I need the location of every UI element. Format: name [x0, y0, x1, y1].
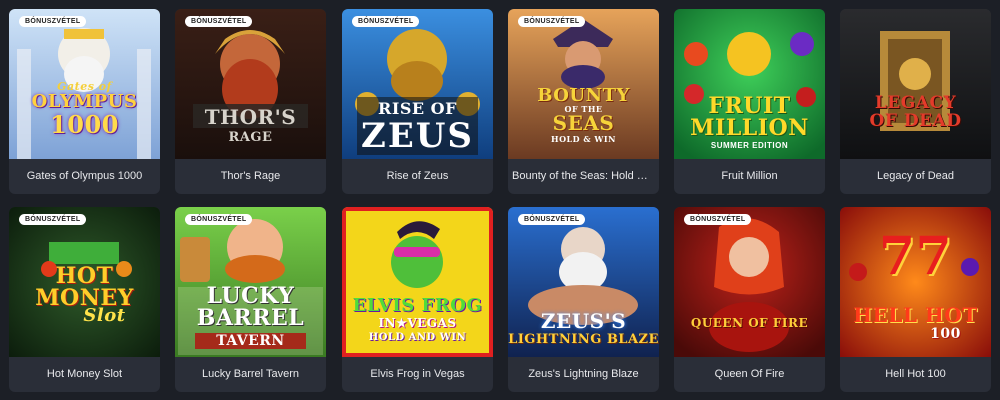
game-card-gates-of-olympus-1000[interactable]: Gates of OLYMPUS 1000 BÓNUSZVÉTEL Gates … [9, 9, 160, 194]
game-logo-line: RISE OF [378, 99, 457, 118]
game-title[interactable]: Fruit Million [678, 159, 821, 194]
bonus-buy-badge: BÓNUSZVÉTEL [684, 214, 752, 225]
game-thumbnail[interactable]: HOT MONEY Slot [9, 207, 160, 357]
game-title[interactable]: Legacy of Dead [844, 159, 987, 194]
game-logo-line: LIGHTNING BLAZE [508, 332, 659, 347]
game-art [674, 207, 825, 357]
game-card-hot-money-slot[interactable]: HOT MONEY Slot BÓNUSZVÉTEL Hot Money Slo… [9, 207, 160, 392]
game-card-queen-of-fire[interactable]: QUEEN OF FIRE BÓNUSZVÉTEL Queen Of Fire [674, 207, 825, 392]
game-title[interactable]: Queen Of Fire [678, 357, 821, 392]
game-title[interactable]: Hot Money Slot [13, 357, 156, 392]
game-title[interactable]: Rise of Zeus [346, 159, 489, 194]
bonus-buy-badge: BÓNUSZVÉTEL [185, 214, 253, 225]
game-title[interactable]: Bounty of the Seas: Hold & W... [512, 159, 655, 194]
game-card-legacy-of-dead[interactable]: LEGACY OF DEAD Legacy of Dead [840, 9, 991, 194]
game-card-bounty-of-the-seas[interactable]: BOUNTY OF THE SEAS HOLD & WIN BÓNUSZVÉTE… [508, 9, 659, 194]
game-logo-line: SUMMER EDITION [710, 141, 789, 150]
game-thumbnail[interactable]: Gates of OLYMPUS 1000 [9, 9, 160, 159]
game-title[interactable]: Thor's Rage [179, 159, 322, 194]
game-logo-line: HOLD AND WIN [368, 332, 467, 343]
game-logo-line: OF DEAD [869, 111, 962, 131]
game-logo-line: HOLD & WIN [551, 134, 616, 144]
game-card-rise-of-zeus[interactable]: RISE OF ZEUS BÓNUSZVÉTEL Rise of Zeus [342, 9, 493, 194]
bonus-buy-badge: BÓNUSZVÉTEL [19, 214, 87, 225]
game-grid: Gates of OLYMPUS 1000 BÓNUSZVÉTEL Gates … [0, 0, 1000, 400]
game-logo-line: HOT [55, 263, 114, 289]
game-logo-line: QUEEN OF FIRE [690, 316, 809, 330]
game-logo-line: ZEUS'S [540, 309, 627, 333]
game-thumbnail[interactable]: FRUIT MILLION SUMMER EDITION [674, 9, 825, 159]
game-logo-line: 100 [930, 326, 961, 342]
game-title[interactable]: Gates of Olympus 1000 [13, 159, 156, 194]
game-logo-line: IN★VEGAS [378, 316, 457, 330]
game-logo-line: HELL HOT [853, 303, 978, 327]
game-logo-line: ZEUS [361, 116, 474, 156]
game-logo-line: SEAS [552, 111, 615, 135]
game-logo-line: LUCKY [206, 283, 295, 309]
game-logo-line: ELVIS FROG [352, 295, 483, 316]
game-card-fruit-million[interactable]: FRUIT MILLION SUMMER EDITION Fruit Milli… [674, 9, 825, 194]
game-logo-line: LEGACY [874, 93, 957, 113]
game-title[interactable]: Zeus's Lightning Blaze [512, 357, 655, 392]
game-thumbnail[interactable]: LUCKY BARREL TAVERN [175, 207, 326, 357]
game-logo-line: THOR'S [204, 105, 297, 129]
game-card-zeuss-lightning-blaze[interactable]: ZEUS'S LIGHTNING BLAZE BÓNUSZVÉTEL Zeus'… [508, 207, 659, 392]
bonus-buy-badge: BÓNUSZVÉTEL [19, 16, 87, 27]
game-logo-line: 1000 [50, 110, 119, 139]
game-thumbnail[interactable]: BOUNTY OF THE SEAS HOLD & WIN [508, 9, 659, 159]
game-card-lucky-barrel-tavern[interactable]: LUCKY BARREL TAVERN BÓNUSZVÉTEL Lucky Ba… [175, 207, 326, 392]
game-thumbnail[interactable]: 77 HELL HOT 100 [840, 207, 991, 357]
game-art [840, 9, 991, 159]
game-card-elvis-frog-in-vegas[interactable]: ELVIS FROG IN★VEGAS HOLD AND WIN Elvis F… [342, 207, 493, 392]
game-logo-line: BARREL [196, 305, 305, 331]
game-logo-line: Slot [83, 305, 126, 326]
game-logo-line: BOUNTY [537, 85, 630, 106]
game-thumbnail[interactable]: QUEEN OF FIRE [674, 207, 825, 357]
game-logo-line: 77 [878, 226, 953, 287]
game-logo-line: OLYMPUS [31, 91, 138, 112]
bonus-buy-badge: BÓNUSZVÉTEL [185, 16, 253, 27]
bonus-buy-badge: BÓNUSZVÉTEL [518, 16, 586, 27]
game-logo-line: TAVERN [195, 333, 306, 349]
game-title[interactable]: Hell Hot 100 [844, 357, 987, 392]
game-logo-line: MILLION [690, 115, 809, 141]
game-thumbnail[interactable]: LEGACY OF DEAD [840, 9, 991, 159]
game-title[interactable]: Lucky Barrel Tavern [179, 357, 322, 392]
game-thumbnail[interactable]: RISE OF ZEUS [342, 9, 493, 159]
game-card-hell-hot-100[interactable]: 77 HELL HOT 100 Hell Hot 100 [840, 207, 991, 392]
game-thumbnail[interactable]: THOR'S RAGE [175, 9, 326, 159]
bonus-buy-badge: BÓNUSZVÉTEL [352, 16, 420, 27]
game-logo-line: FRUIT [708, 93, 791, 119]
game-card-thors-rage[interactable]: THOR'S RAGE BÓNUSZVÉTEL Thor's Rage [175, 9, 326, 194]
game-thumbnail[interactable]: ZEUS'S LIGHTNING BLAZE [508, 207, 659, 357]
bonus-buy-badge: BÓNUSZVÉTEL [518, 214, 586, 225]
game-thumbnail[interactable]: ELVIS FROG IN★VEGAS HOLD AND WIN [342, 207, 493, 357]
game-logo-line: RAGE [228, 130, 273, 145]
game-title[interactable]: Elvis Frog in Vegas [346, 357, 489, 392]
